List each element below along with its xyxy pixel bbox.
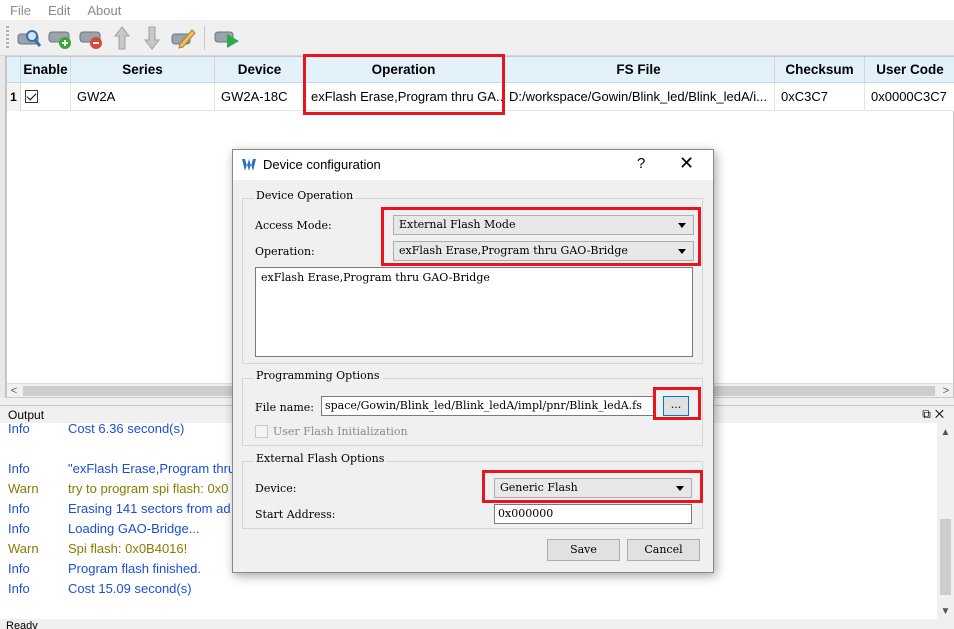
add-device-icon[interactable]: [46, 24, 74, 52]
program-icon[interactable]: [213, 24, 241, 52]
col-enable[interactable]: Enable: [21, 57, 71, 83]
programming-options-group: Programming Options File name: space/Gow…: [242, 369, 703, 446]
user-flash-label: User Flash Initialization: [273, 425, 408, 438]
output-window-controls: ⧉✕: [922, 407, 948, 422]
log-message: Cost 6.36 second(s): [68, 423, 185, 436]
menu-file[interactable]: File: [0, 3, 38, 18]
move-up-icon[interactable]: [108, 24, 136, 52]
operation-label: Operation:: [255, 245, 315, 258]
user-code-cell: 0x0000C3C7: [871, 89, 947, 104]
log-message: Program flash finished.: [68, 561, 201, 576]
series-cell: GW2A: [71, 83, 215, 111]
chevron-down-icon: [678, 249, 686, 254]
toolbar: [0, 20, 954, 56]
enable-cell: [21, 83, 71, 111]
close-icon[interactable]: ✕: [679, 153, 694, 174]
enable-checkbox[interactable]: [25, 90, 38, 104]
scroll-left-icon[interactable]: <: [7, 384, 21, 398]
chevron-down-icon: [678, 223, 686, 228]
remove-device-icon[interactable]: [77, 24, 105, 52]
external-flash-title: External Flash Options: [254, 452, 387, 465]
cancel-button[interactable]: Cancel: [627, 539, 700, 561]
programming-options-title: Programming Options: [254, 369, 382, 382]
log-message: try to program spi flash: 0x0: [68, 481, 229, 496]
toolbar-grip[interactable]: [6, 26, 9, 50]
col-fs-file[interactable]: FS File: [503, 57, 775, 83]
flash-device-label: Device:: [255, 482, 297, 495]
browse-button[interactable]: ...: [663, 396, 689, 416]
scan-device-icon[interactable]: [15, 24, 43, 52]
log-message: "exFlash Erase,Program thru: [68, 461, 236, 476]
operation-cell: exFlash Erase,Program thru GA...: [305, 83, 503, 111]
log-message: Spi flash: 0x0B4016!: [68, 541, 188, 556]
col-series[interactable]: Series: [71, 57, 215, 83]
flash-device-value: Generic Flash: [500, 481, 578, 494]
menu-edit[interactable]: Edit: [38, 3, 77, 18]
device-cell: GW2A-18C: [215, 83, 305, 111]
log-level: Info: [8, 521, 30, 536]
dialog-titlebar[interactable]: Device configuration ? ✕: [233, 150, 713, 180]
col-user-code[interactable]: User Code: [865, 57, 954, 83]
external-flash-group: External Flash Options Device: Generic F…: [242, 452, 703, 529]
log-level: Info: [8, 501, 30, 516]
start-address-input[interactable]: 0x000000: [494, 504, 692, 524]
scroll-down-icon[interactable]: ▼: [937, 606, 954, 617]
output-title: Output: [8, 408, 45, 422]
help-icon[interactable]: ?: [637, 155, 645, 172]
access-mode-label: Access Mode:: [255, 219, 332, 232]
table-row[interactable]: 1 GW2A GW2A-18C exFlash Erase,Program th…: [7, 83, 954, 111]
move-down-icon[interactable]: [138, 24, 166, 52]
operation-value: exFlash Erase,Program thru GAO-Bridge: [399, 244, 628, 257]
log-level: Info: [8, 461, 30, 476]
close-output-icon[interactable]: ✕: [935, 407, 948, 421]
scroll-thumb[interactable]: [940, 519, 951, 595]
operation-select[interactable]: exFlash Erase,Program thru GAO-Bridge: [393, 241, 694, 261]
log-message: Loading GAO-Bridge...: [68, 521, 200, 536]
row-number-header: [7, 57, 21, 83]
start-address-label: Start Address:: [255, 508, 336, 521]
log-level: Warn: [8, 541, 39, 556]
edit-config-icon[interactable]: [169, 24, 197, 52]
gowin-logo-icon: [242, 159, 256, 171]
menu-about[interactable]: About: [77, 3, 128, 18]
file-name-input[interactable]: space/Gowin/Blink_led/Blink_ledA/impl/pn…: [321, 396, 655, 416]
device-configuration-dialog: Device configuration ? ✕ Device Operatio…: [232, 149, 714, 573]
file-name-label: File name:: [255, 401, 314, 414]
log-message: Erasing 141 sectors from ad: [68, 501, 231, 516]
log-level: Info: [8, 561, 30, 576]
scroll-right-icon[interactable]: >: [939, 384, 953, 398]
access-mode-value: External Flash Mode: [399, 218, 516, 231]
checksum-cell: 0xC3C7: [775, 83, 865, 111]
operation-description[interactable]: exFlash Erase,Program thru GAO-Bridge: [255, 267, 693, 357]
device-operation-title: Device Operation: [254, 189, 356, 202]
float-icon[interactable]: ⧉: [922, 407, 935, 421]
fs-file-cell: D:/workspace/Gowin/Blink_led/Blink_ledA/…: [503, 83, 775, 111]
toolbar-separator: [204, 26, 205, 50]
col-operation[interactable]: Operation: [305, 57, 503, 83]
chevron-down-icon: [676, 486, 684, 491]
log-message: Cost 15.09 second(s): [68, 581, 192, 596]
col-device[interactable]: Device: [215, 57, 305, 83]
log-level: Warn: [8, 481, 39, 496]
device-operation-group: Device Operation Access Mode: External F…: [242, 189, 703, 364]
menu-bar: File Edit About: [0, 0, 954, 20]
table-header: Enable Series Device Operation FS File C…: [7, 57, 954, 83]
col-checksum[interactable]: Checksum: [775, 57, 865, 83]
dialog-title: Device configuration: [263, 157, 381, 172]
status-bar: Ready: [0, 619, 954, 629]
vertical-scrollbar[interactable]: ▲ ▼: [937, 423, 954, 619]
log-level: Info: [8, 423, 30, 436]
access-mode-select[interactable]: External Flash Mode: [393, 215, 694, 235]
user-flash-checkbox[interactable]: [255, 425, 268, 438]
row-number: 1: [7, 83, 21, 111]
log-level: Info: [8, 581, 30, 596]
flash-device-select[interactable]: Generic Flash: [494, 478, 692, 498]
scroll-up-icon[interactable]: ▲: [937, 427, 954, 438]
save-button[interactable]: Save: [547, 539, 620, 561]
